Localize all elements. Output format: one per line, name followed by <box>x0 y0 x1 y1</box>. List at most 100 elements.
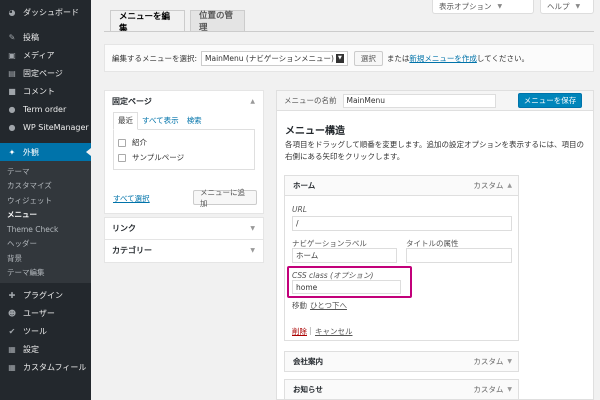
menu-item-type: カスタム ▲ <box>473 180 512 191</box>
menu-item-type: カスタム ▼ <box>473 356 512 367</box>
tab-search[interactable]: 検索 <box>183 115 206 129</box>
sidebar-item-pages[interactable]: ▤ 固定ページ <box>0 64 91 82</box>
pages-panel-header[interactable]: 固定ページ ▲ <box>105 91 263 112</box>
admin-sidebar: ◕ ダッシュボード ✎ 投稿 ▣ メディア ▤ 固定ページ ■ コメント ● T… <box>0 0 91 400</box>
media-icon: ▣ <box>8 50 16 60</box>
tab-manage-locations[interactable]: 位置の管理 <box>190 10 245 33</box>
categories-panel-title: カテゴリー <box>112 246 152 255</box>
add-to-menu-button[interactable]: メニューに追加 <box>193 188 257 208</box>
sidebar-item-users[interactable]: ☻ ユーザー <box>0 304 91 322</box>
cancel-link[interactable]: キャンセル <box>315 326 353 337</box>
page-checkbox[interactable] <box>118 138 126 147</box>
create-menu-link[interactable]: 新規メニューを作成 <box>409 53 477 64</box>
select-all-link[interactable]: すべて選択 <box>113 193 150 204</box>
submenu-item-theme-check[interactable]: Theme Check <box>0 222 91 237</box>
select-button[interactable]: 選択 <box>353 50 383 66</box>
css-class-input[interactable]: home <box>292 280 401 294</box>
menu-select-label: 編集するメニューを選択: <box>112 53 198 63</box>
nav-label-input[interactable]: ホーム <box>292 248 397 263</box>
pages-checklist: 紹介 サンプルページ <box>113 130 255 170</box>
plugin-icon: ✚ <box>8 290 16 300</box>
move-down-link[interactable]: ひとつ下へ <box>310 300 347 311</box>
tab-edit-menus[interactable]: メニューを編集 <box>110 10 185 34</box>
sidebar-item-media[interactable]: ▣ メディア <box>0 46 91 64</box>
sidebar-item-label: プラグイン <box>23 290 63 300</box>
menu-item-title: ホーム <box>293 181 316 190</box>
categories-panel-header[interactable]: カテゴリー ▼ <box>105 240 263 261</box>
dashboard-icon: ◕ <box>8 7 16 17</box>
submenu-item-widgets[interactable]: ウィジェット <box>0 193 91 208</box>
list-item[interactable]: 紹介 <box>118 135 250 150</box>
tool-icon: ✔ <box>8 326 16 336</box>
menu-item-company-header[interactable]: 会社案内 カスタム ▼ <box>284 351 519 372</box>
menu-item-type-label: カスタム <box>473 357 504 366</box>
sitemanager-icon: ● <box>8 122 16 132</box>
title-attr-input[interactable] <box>406 248 512 263</box>
links-panel-header[interactable]: リンク ▼ <box>105 218 263 239</box>
menu-item-type-label: カスタム <box>473 181 504 190</box>
help-button[interactable]: ヘルプ ▼ <box>540 0 594 14</box>
url-label: URL <box>292 205 307 214</box>
action-separator: | <box>309 326 312 335</box>
sidebar-item-tools[interactable]: ✔ ツール <box>0 322 91 340</box>
submenu-item-header[interactable]: ヘッダー <box>0 237 91 252</box>
sidebar-item-comments[interactable]: ■ コメント <box>0 82 91 100</box>
menu-item-news-header[interactable]: お知らせ カスタム ▼ <box>284 379 519 400</box>
arrow-up-icon[interactable]: ▲ <box>507 182 512 189</box>
submenu-item-customize[interactable]: カスタマイズ <box>0 179 91 194</box>
arrow-down-icon[interactable]: ▼ <box>507 386 512 393</box>
menu-item-home-header[interactable]: ホーム カスタム ▲ <box>284 175 519 196</box>
sidebar-item-plugins[interactable]: ✚ プラグイン <box>0 286 91 304</box>
pages-panel: 固定ページ ▲ 最近 すべて表示 検索 紹介 サンプルページ すべて選択 メニュ… <box>104 90 264 214</box>
url-input[interactable]: / <box>292 216 512 231</box>
sidebar-item-posts[interactable]: ✎ 投稿 <box>0 28 91 46</box>
sidebar-item-sitemanager[interactable]: ● WP SiteManager <box>0 118 91 136</box>
custom-field-icon: ▦ <box>8 362 16 372</box>
links-panel-title: リンク <box>112 224 136 233</box>
sidebar-item-label: 固定ページ <box>23 68 63 78</box>
tab-label: メニューを編集 <box>119 11 171 34</box>
arrow-down-icon: ▼ <box>250 225 255 232</box>
sidebar-item-label: メディア <box>23 50 55 60</box>
sidebar-item-settings[interactable]: ▦ 設定 <box>0 340 91 358</box>
sidebar-item-label: WP SiteManager <box>23 122 89 132</box>
page-checkbox[interactable] <box>118 153 126 162</box>
sidebar-item-dashboard[interactable]: ◕ ダッシュボード <box>0 3 91 21</box>
links-categories-panel: リンク ▼ カテゴリー ▼ <box>104 217 264 263</box>
arrow-down-icon[interactable]: ▼ <box>507 358 512 365</box>
chevron-down-icon: ▼ <box>335 53 344 63</box>
sidebar-item-label: 投稿 <box>23 32 39 42</box>
menu-name-label: メニューの名前 <box>284 96 337 105</box>
sidebar-item-custom-fields[interactable]: ▦ カスタムフィール <box>0 358 91 376</box>
submenu-item-menus[interactable]: メニュー <box>0 208 91 223</box>
sidebar-item-label: 設定 <box>23 344 39 354</box>
term-order-icon: ● <box>8 104 16 114</box>
sidebar-item-label: Term order <box>23 104 67 114</box>
submenu-item-themes[interactable]: テーマ <box>0 164 91 179</box>
menu-select-dropdown[interactable]: MainMenu (ナビゲーションメニュー) ▼ <box>201 50 348 66</box>
submenu-item-theme-editor[interactable]: テーマ編集 <box>0 266 91 281</box>
menu-item-type: カスタム ▼ <box>473 384 512 395</box>
chevron-down-icon: ▼ <box>575 3 581 10</box>
save-menu-button[interactable]: メニューを保存 <box>518 93 582 108</box>
screen-options-button[interactable]: 表示オプション ▼ <box>432 0 534 14</box>
submenu-item-background[interactable]: 背景 <box>0 251 91 266</box>
menu-structure-description: 各項目をドラッグして順番を変更します。追加の設定オプションを表示するには、項目の… <box>285 140 585 161</box>
appearance-submenu: テーマ カスタマイズ ウィジェット メニュー Theme Check ヘッダー … <box>0 161 91 283</box>
list-item[interactable]: サンプルページ <box>118 150 250 165</box>
sidebar-item-appearance[interactable]: ✦ 外観 <box>0 143 91 161</box>
page-label: 紹介 <box>132 138 147 147</box>
menu-name-input[interactable]: MainMenu <box>342 93 496 108</box>
delete-link[interactable]: 削除 <box>292 326 307 337</box>
tab-view-all[interactable]: すべて表示 <box>138 115 183 129</box>
appearance-icon: ✦ <box>8 147 16 157</box>
menu-item-type-label: カスタム <box>473 385 504 394</box>
page-label: サンプルページ <box>132 153 185 162</box>
menu-structure-title: メニュー構造 <box>285 126 345 137</box>
sidebar-item-label: コメント <box>23 86 55 96</box>
sidebar-item-term-order[interactable]: ● Term order <box>0 100 91 118</box>
tab-label: 位置の管理 <box>199 11 234 33</box>
menu-item-settings: URL / ナビゲーションラベル ホーム タイトルの属性 CSS class (… <box>284 196 519 341</box>
tab-recent[interactable]: 最近 <box>113 112 138 130</box>
sidebar-item-label: 外観 <box>23 147 39 157</box>
